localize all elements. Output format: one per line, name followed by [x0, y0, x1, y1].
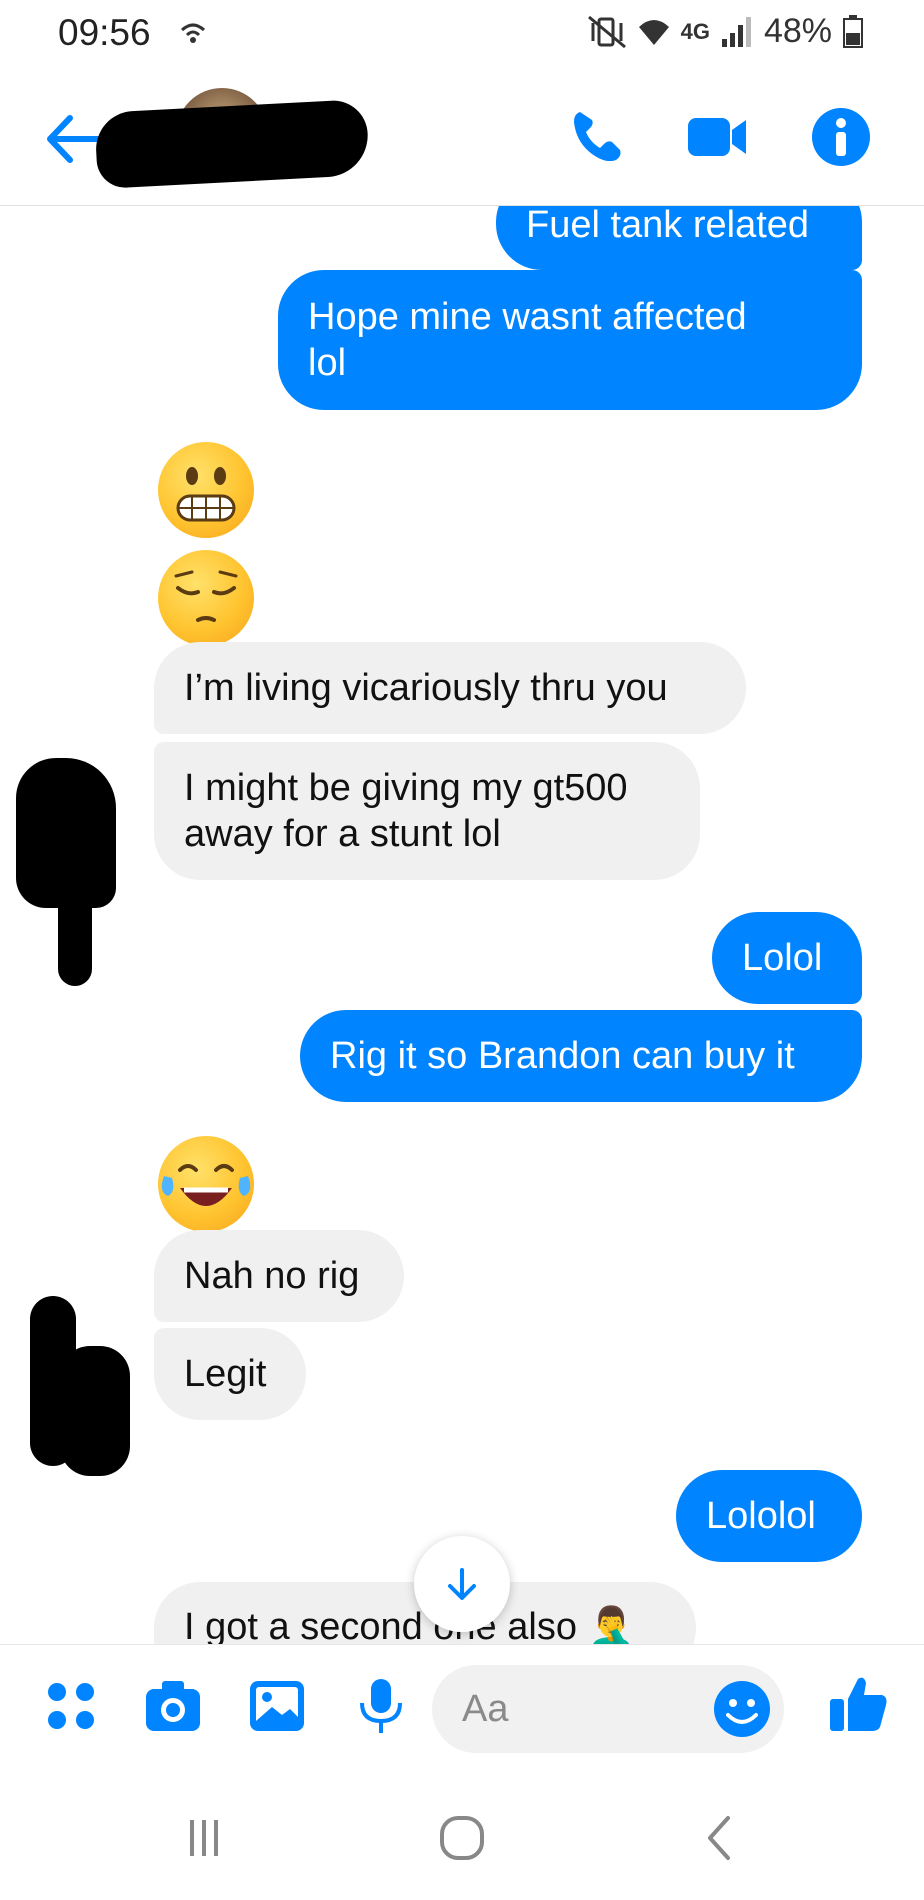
- phone-icon[interactable]: [566, 106, 628, 168]
- thumbs-up-icon[interactable]: [826, 1671, 892, 1737]
- gallery-icon[interactable]: [246, 1675, 308, 1737]
- message-text: I might be giving my gt500 away for a st…: [184, 767, 628, 855]
- status-time: 09:56: [58, 12, 151, 53]
- emoji-icon[interactable]: [712, 1679, 772, 1739]
- battery-icon: [843, 14, 863, 48]
- message-thread[interactable]: Fuel tank related Hope mine wasnt affect…: [0, 206, 924, 1644]
- message-outgoing[interactable]: Fuel tank related: [496, 206, 862, 270]
- message-input-box[interactable]: [432, 1665, 784, 1753]
- redacted-contact-photo: [58, 846, 92, 986]
- message-text: I got a second one also 🤦‍♂️: [184, 1606, 635, 1644]
- system-nav-bar: [0, 1768, 924, 1900]
- redacted-contact-name: [94, 98, 370, 190]
- camera-icon[interactable]: [142, 1675, 204, 1737]
- message-text: Nah no rig: [184, 1255, 360, 1297]
- message-incoming[interactable]: I might be giving my gt500 away for a st…: [154, 742, 700, 880]
- message-text: Hope mine wasnt affected lol: [308, 296, 747, 384]
- message-incoming[interactable]: I’m living vicariously thru you: [154, 642, 746, 734]
- pensive-face-emoji[interactable]: [158, 550, 254, 646]
- message-input[interactable]: [462, 1687, 702, 1731]
- battery-percent: 48%: [763, 12, 832, 50]
- chat-header: [0, 84, 924, 206]
- message-outgoing[interactable]: Rig it so Brandon can buy it: [300, 1010, 862, 1102]
- apps-icon[interactable]: [40, 1675, 102, 1737]
- message-outgoing[interactable]: Lolol: [712, 912, 862, 1004]
- wifi-calling-icon: [180, 23, 206, 43]
- scroll-to-bottom-button[interactable]: [414, 1536, 510, 1632]
- network-label: 4G: [680, 18, 710, 44]
- status-bar: 09:56 4G 48%: [0, 0, 924, 66]
- message-text: Rig it so Brandon can buy it: [330, 1035, 795, 1077]
- message-outgoing[interactable]: Hope mine wasnt affected lol: [278, 270, 862, 410]
- info-icon[interactable]: [810, 106, 872, 168]
- back-nav-icon[interactable]: [690, 1808, 750, 1868]
- face-with-tears-of-joy-emoji[interactable]: [158, 1136, 254, 1232]
- signal-icon: [721, 16, 751, 47]
- status-icons: 4G 48%: [587, 12, 864, 51]
- recent-apps-icon[interactable]: [174, 1808, 234, 1868]
- message-text: Legit: [184, 1353, 267, 1395]
- message-incoming[interactable]: Nah no rig: [154, 1230, 404, 1322]
- arrow-down-icon: [448, 1568, 476, 1600]
- message-text: Lololol: [706, 1495, 816, 1537]
- message-text: I’m living vicariously thru you: [184, 667, 668, 709]
- message-text: Lolol: [742, 937, 823, 979]
- wifi-icon: [638, 19, 669, 45]
- vibrate-icon: [587, 15, 626, 48]
- video-icon[interactable]: [686, 106, 748, 168]
- grimacing-face-emoji[interactable]: [158, 442, 254, 538]
- message-composer: [0, 1644, 924, 1768]
- home-icon[interactable]: [432, 1808, 492, 1868]
- message-outgoing[interactable]: Lololol: [676, 1470, 862, 1562]
- message-incoming[interactable]: Legit: [154, 1328, 306, 1420]
- message-text: Fuel tank related: [526, 206, 810, 246]
- redacted-contact-photo: [60, 1346, 130, 1476]
- microphone-icon[interactable]: [350, 1675, 412, 1737]
